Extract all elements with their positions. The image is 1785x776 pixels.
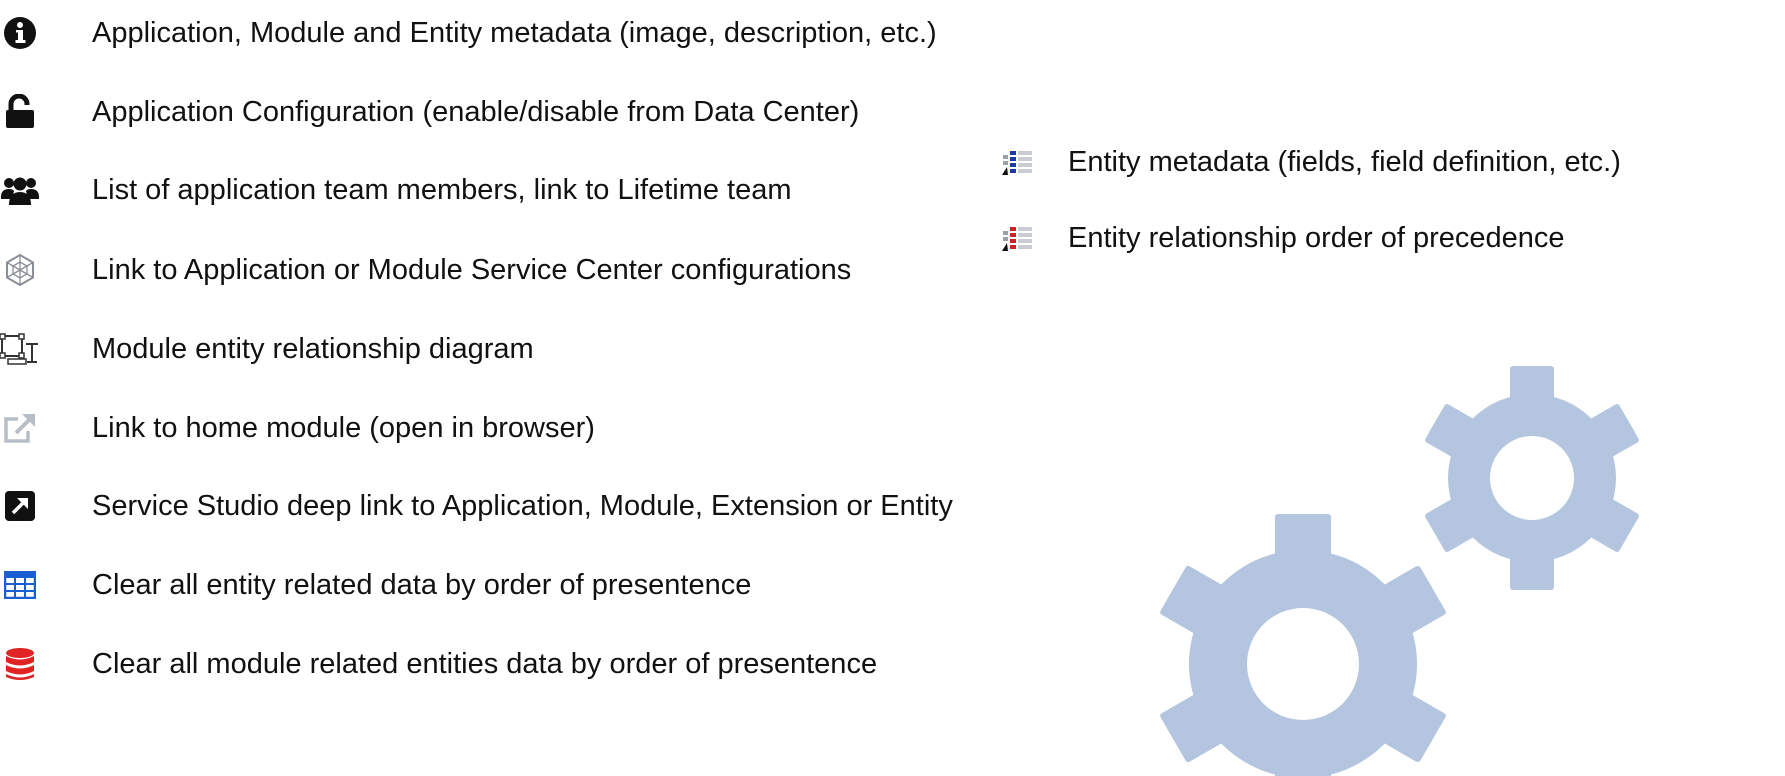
gears-illustration (1160, 366, 1639, 776)
large-gear-icon (1160, 514, 1446, 776)
small-gear-icon (1425, 366, 1639, 590)
